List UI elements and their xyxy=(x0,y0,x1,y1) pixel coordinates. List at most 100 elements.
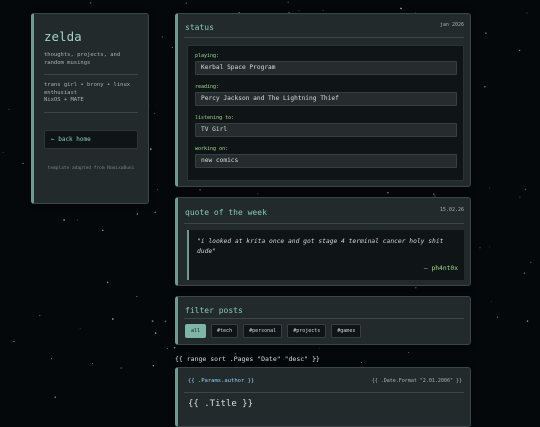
star xyxy=(54,396,56,398)
star xyxy=(496,316,499,318)
sidebar: zelda thoughts, projects, and random mus… xyxy=(31,13,149,204)
star xyxy=(152,365,155,367)
status-divider xyxy=(184,37,464,38)
star xyxy=(526,320,529,322)
star xyxy=(22,162,24,164)
status-label-playing: playing: xyxy=(195,53,220,59)
star xyxy=(151,320,154,322)
star xyxy=(518,49,521,52)
quote-block: "i looked at krita once and got stage 4 … xyxy=(187,230,464,280)
quote-date: 15.02.26 xyxy=(439,207,464,213)
post-card[interactable]: {{ .Params.author }} {{ .Date.Format "2.… xyxy=(175,367,471,427)
star xyxy=(485,32,487,34)
star xyxy=(136,213,138,215)
star xyxy=(111,318,114,320)
status-title: status xyxy=(185,23,214,32)
star xyxy=(157,189,159,190)
site-tagline: thoughts, projects, and random musings xyxy=(44,52,121,66)
filter-tag-personal[interactable]: #personal xyxy=(243,324,283,338)
status-panel: playing: Kerbal Space Program reading: P… xyxy=(187,45,464,181)
star xyxy=(2,152,4,154)
back-home-link[interactable]: ← back home xyxy=(44,129,138,149)
quote-text: "i looked at krita once and got stage 4 … xyxy=(197,238,444,255)
star xyxy=(524,188,527,191)
filter-card: filter posts all #tech #personal #projec… xyxy=(175,296,471,345)
star xyxy=(63,219,65,221)
star xyxy=(154,211,156,214)
star xyxy=(154,332,157,334)
sidebar-divider xyxy=(44,111,138,113)
star xyxy=(489,187,490,189)
star xyxy=(433,193,435,195)
site-title: zelda xyxy=(44,29,82,44)
star xyxy=(149,148,152,150)
bio-line-2: NixOS + MATE xyxy=(44,97,84,103)
star xyxy=(318,347,320,349)
post-divider xyxy=(184,392,464,393)
filter-tag-games[interactable]: #games xyxy=(331,324,362,338)
template-range-line: {{ range sort .Pages "Date" "desc" }} xyxy=(175,355,320,363)
filter-tag-tech[interactable]: #tech xyxy=(211,324,239,338)
star xyxy=(185,2,187,4)
star xyxy=(106,281,109,284)
star xyxy=(322,9,324,11)
star xyxy=(400,7,402,10)
filter-tag-all[interactable]: all xyxy=(185,324,207,338)
star xyxy=(154,105,156,107)
star xyxy=(39,315,41,317)
star xyxy=(120,367,122,369)
star xyxy=(257,193,259,195)
status-value-working: new comics xyxy=(195,154,457,168)
star xyxy=(479,247,481,249)
star xyxy=(387,192,389,194)
star xyxy=(287,1,290,3)
star xyxy=(89,2,92,4)
star xyxy=(491,301,492,303)
post-author: {{ .Params.author }} xyxy=(188,378,255,384)
status-value-reading: Percy Jackson and The Lightning Thief xyxy=(195,92,457,106)
star xyxy=(50,358,53,360)
star xyxy=(166,348,168,350)
template-credit: template adapted from NomixaBuni xyxy=(47,165,135,171)
bio-line-1: trans girl • brony • linux enthusiast xyxy=(44,82,131,96)
star xyxy=(164,320,167,323)
status-label-working: working on: xyxy=(195,146,229,152)
quote-divider xyxy=(184,223,464,224)
status-value-playing: Kerbal Space Program xyxy=(195,61,457,75)
star xyxy=(199,189,201,191)
star xyxy=(76,219,78,221)
star xyxy=(489,246,490,248)
star xyxy=(171,46,174,49)
status-date: jan 2026 xyxy=(439,22,464,28)
star xyxy=(102,229,104,232)
star xyxy=(360,362,362,364)
quote-author: — ph4nt0x xyxy=(423,265,458,272)
filter-tags: all #tech #personal #projects #games xyxy=(185,324,362,338)
star xyxy=(484,85,486,88)
star xyxy=(154,113,156,115)
star xyxy=(8,108,10,110)
star xyxy=(530,261,532,264)
sidebar-divider xyxy=(44,74,138,75)
filter-divider xyxy=(184,318,464,319)
star xyxy=(79,328,81,330)
star xyxy=(13,341,15,343)
star xyxy=(523,272,526,274)
star xyxy=(408,351,410,354)
star xyxy=(526,12,528,14)
star xyxy=(92,363,94,365)
quote-card: quote of the week 15.02.26 "i looked at … xyxy=(175,197,471,286)
post-date: {{ .Date.Format "2.01.2006" }} xyxy=(371,378,462,384)
star xyxy=(173,346,176,349)
status-label-reading: reading: xyxy=(195,84,220,90)
star xyxy=(136,296,138,297)
filter-tag-projects[interactable]: #projects xyxy=(287,324,327,338)
star xyxy=(149,105,151,107)
quote-title: quote of the week xyxy=(185,208,267,217)
star xyxy=(519,196,521,198)
status-card: status jan 2026 playing: Kerbal Space Pr… xyxy=(175,13,471,187)
star xyxy=(161,36,163,38)
star xyxy=(298,10,300,12)
post-title[interactable]: {{ .Title }} xyxy=(188,399,253,409)
status-value-listening: TV Girl xyxy=(195,123,457,137)
